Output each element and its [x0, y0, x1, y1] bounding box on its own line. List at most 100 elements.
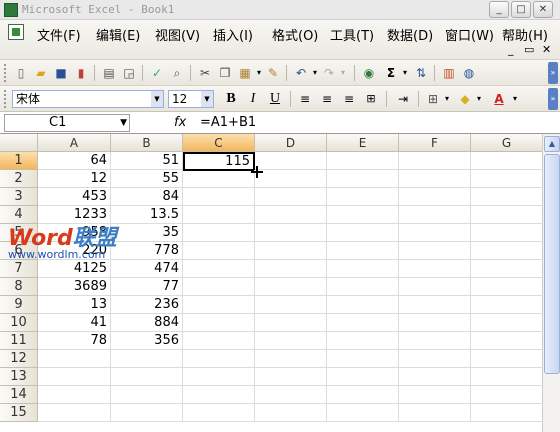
print-icon[interactable]: ▤ [100, 64, 118, 82]
maximize-button[interactable]: □ [511, 1, 531, 18]
align-right-icon[interactable]: ≡ [340, 90, 358, 108]
grid-cell[interactable]: 64 [38, 152, 111, 170]
toolbar-grip[interactable] [4, 90, 7, 108]
column-header[interactable]: E [327, 134, 399, 152]
grid-cell[interactable] [327, 386, 399, 404]
fill-color-dropdown-icon[interactable]: ▾ [470, 90, 488, 108]
workbook-icon[interactable] [8, 24, 24, 40]
grid-cell[interactable] [38, 404, 111, 422]
row-header[interactable]: 10 [0, 314, 38, 332]
grid-cell[interactable]: 41 [38, 314, 111, 332]
toolbar-options-chevron-icon[interactable]: » [548, 88, 558, 110]
grid-cell[interactable] [471, 242, 542, 260]
menu-tools[interactable]: 工具(T) [330, 25, 374, 44]
grid-cell[interactable] [471, 332, 542, 350]
menu-help[interactable]: 帮助(H) [502, 25, 548, 44]
grid-cell[interactable] [255, 224, 327, 242]
grid-cell[interactable] [183, 386, 255, 404]
doc-restore-button[interactable]: ▭ [524, 43, 534, 56]
grid-cell[interactable] [255, 170, 327, 188]
chevron-down-icon[interactable]: ▼ [120, 115, 127, 131]
row-header[interactable]: 3 [0, 188, 38, 206]
grid-cell[interactable] [327, 206, 399, 224]
grid-cell[interactable]: 4125 [38, 260, 111, 278]
doc-close-button[interactable]: ✕ [542, 43, 551, 56]
grid-cell[interactable] [399, 170, 471, 188]
grid-cell[interactable]: 84 [111, 188, 183, 206]
help-icon[interactable]: ◍ [460, 64, 478, 82]
grid-cell[interactable] [471, 206, 542, 224]
row-header[interactable]: 7 [0, 260, 38, 278]
grid-cell[interactable]: 13.5 [111, 206, 183, 224]
grid-cell[interactable] [183, 404, 255, 422]
grid-cell[interactable] [471, 368, 542, 386]
grid-cell[interactable] [183, 350, 255, 368]
redo-dropdown-icon[interactable]: ▾ [334, 64, 352, 82]
menu-data[interactable]: 数据(D) [387, 25, 433, 44]
grid-cell[interactable] [399, 404, 471, 422]
grid-cell[interactable] [255, 350, 327, 368]
grid-cell[interactable] [399, 278, 471, 296]
print-preview-icon[interactable]: ◲ [120, 64, 138, 82]
grid-cell[interactable] [399, 296, 471, 314]
grid-cell[interactable] [255, 368, 327, 386]
grid-cell[interactable] [38, 350, 111, 368]
row-header[interactable]: 9 [0, 296, 38, 314]
merge-center-icon[interactable]: ⊞ [362, 90, 380, 108]
grid-cell[interactable] [471, 350, 542, 368]
grid-cell[interactable] [183, 368, 255, 386]
grid-cell[interactable] [327, 350, 399, 368]
grid-cell[interactable] [255, 152, 327, 170]
grid-cell[interactable] [327, 368, 399, 386]
grid-cell[interactable] [327, 188, 399, 206]
sort-ascending-icon[interactable]: ⇅ [412, 64, 430, 82]
grid-cell[interactable]: 12 [38, 170, 111, 188]
grid-cell[interactable]: 778 [111, 242, 183, 260]
grid-cell[interactable] [183, 206, 255, 224]
underline-button[interactable]: U [266, 90, 284, 108]
scroll-up-icon[interactable]: ▲ [544, 136, 560, 152]
grid-cell[interactable] [399, 188, 471, 206]
grid-cell[interactable]: 356 [111, 332, 183, 350]
grid-cell[interactable]: 78 [38, 332, 111, 350]
grid-cell[interactable]: 77 [111, 278, 183, 296]
grid-cell[interactable] [399, 260, 471, 278]
grid-cell[interactable] [183, 188, 255, 206]
grid-cell[interactable]: 13 [38, 296, 111, 314]
bold-button[interactable]: B [222, 90, 240, 108]
grid-cell[interactable] [327, 404, 399, 422]
copy-icon[interactable]: ❐ [216, 64, 234, 82]
row-header[interactable]: 1 [0, 152, 38, 170]
chart-wizard-icon[interactable]: ▥ [440, 64, 458, 82]
format-painter-icon[interactable]: ✎ [264, 64, 282, 82]
grid-cell[interactable] [399, 206, 471, 224]
grid-cell[interactable] [111, 386, 183, 404]
close-button[interactable]: ✕ [533, 1, 553, 18]
row-header[interactable]: 12 [0, 350, 38, 368]
font-size-select[interactable]: 12 ▼ [168, 90, 214, 108]
grid-cell[interactable] [255, 278, 327, 296]
grid-cell[interactable] [38, 368, 111, 386]
menu-view[interactable]: 视图(V) [155, 25, 200, 44]
indent-icon[interactable]: ⇥ [394, 90, 412, 108]
grid-cell[interactable] [255, 314, 327, 332]
open-icon[interactable]: ▰ [32, 64, 50, 82]
grid-cell[interactable] [471, 260, 542, 278]
grid-cell[interactable] [327, 260, 399, 278]
active-cell[interactable]: 115 [183, 152, 255, 171]
column-header[interactable]: A [38, 134, 111, 152]
italic-button[interactable]: I [244, 90, 262, 108]
grid-cell[interactable] [327, 332, 399, 350]
grid-cell[interactable] [471, 224, 542, 242]
minimize-button[interactable]: _ [489, 1, 509, 18]
menu-file[interactable]: 文件(F) [37, 25, 81, 44]
worksheet-grid[interactable]: A B C D E F G 1 64 51 115 2 12 55 3 453 84 4 1233 13.5 5 958 3… [0, 134, 542, 432]
grid-cell[interactable] [471, 314, 542, 332]
grid-cell[interactable] [255, 206, 327, 224]
grid-cell[interactable] [471, 278, 542, 296]
grid-cell[interactable] [327, 242, 399, 260]
grid-cell[interactable] [399, 314, 471, 332]
borders-dropdown-icon[interactable]: ▾ [438, 90, 456, 108]
grid-cell[interactable] [111, 404, 183, 422]
grid-cell[interactable]: 453 [38, 188, 111, 206]
